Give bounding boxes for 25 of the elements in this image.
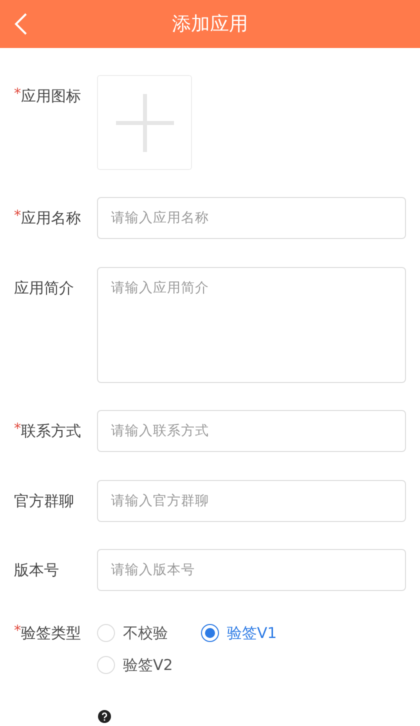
plus-icon xyxy=(114,92,176,154)
required-mark: * xyxy=(14,623,21,639)
required-mark: * xyxy=(14,421,21,437)
radio-option[interactable]: 不校验 xyxy=(97,618,201,648)
text-area[interactable]: 请输入应用简介 xyxy=(97,267,406,383)
required-mark: * xyxy=(14,86,21,102)
help-icon[interactable] xyxy=(98,710,111,723)
field-label: 应用图标 xyxy=(21,86,81,107)
input-field[interactable]: 请输入官方群聊 xyxy=(97,480,406,522)
page-title: 添加应用 xyxy=(172,12,248,37)
field-label: 应用简介 xyxy=(14,278,74,299)
radio-option[interactable]: 验签V2 xyxy=(97,650,201,680)
input-field[interactable]: 请输入应用名称 xyxy=(97,197,406,239)
required-mark: * xyxy=(14,208,21,224)
field-label: 联系方式 xyxy=(21,421,81,442)
radio-button[interactable] xyxy=(201,624,219,642)
input-field[interactable]: 请输入联系方式 xyxy=(97,410,406,452)
field-label: 验签类型 xyxy=(21,623,81,644)
radio-option[interactable]: 验签V1 xyxy=(201,618,305,648)
back-button[interactable] xyxy=(14,12,28,36)
field-label: 版本号 xyxy=(14,560,59,581)
back-icon xyxy=(14,12,28,36)
field-label: 应用名称 xyxy=(21,208,81,229)
input-field[interactable]: 请输入版本号 xyxy=(97,549,406,591)
field-label: 官方群聊 xyxy=(14,491,74,512)
